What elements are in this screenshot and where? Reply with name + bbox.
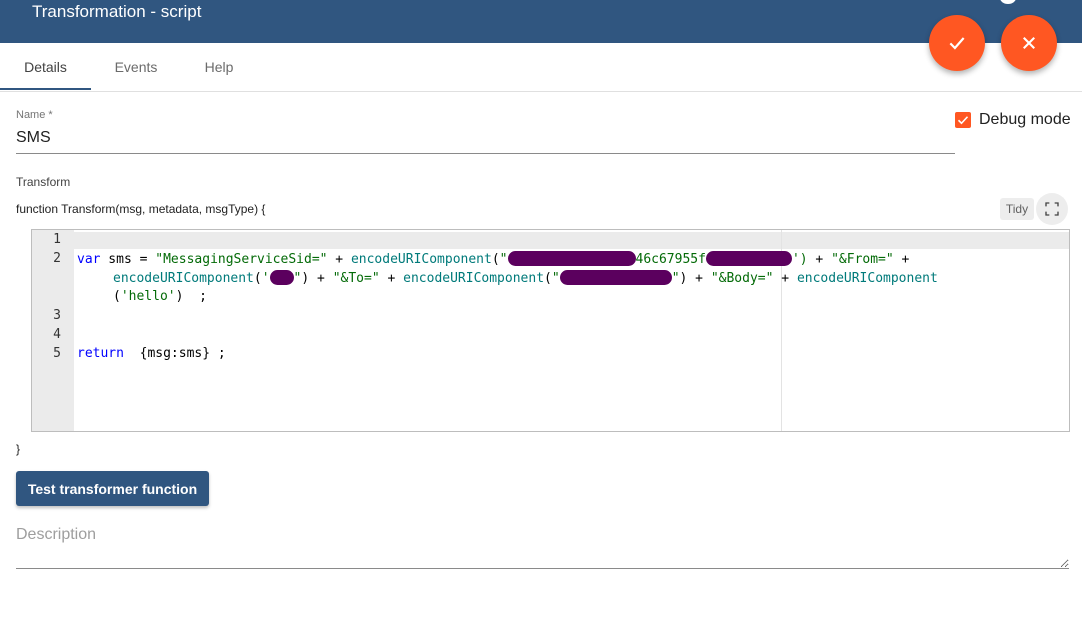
debug-mode-checkbox[interactable]: Debug mode <box>955 109 1071 131</box>
fullscreen-button[interactable] <box>1036 193 1068 225</box>
test-transformer-button[interactable]: Test transformer function <box>16 471 209 506</box>
line-number: 5 <box>53 346 61 361</box>
redaction-mark <box>269 270 294 285</box>
transform-label: Transform <box>16 175 71 189</box>
redaction-mark <box>559 270 672 285</box>
tab-details[interactable]: Details <box>0 43 91 91</box>
tab-events[interactable]: Events <box>91 43 181 91</box>
debug-mode-label: Debug mode <box>979 111 1071 128</box>
dialog-title: Transformation - script <box>32 2 202 21</box>
function-closing-brace: } <box>16 442 21 456</box>
line-number: 2 <box>53 251 61 266</box>
tab-bar: Details Events Help <box>0 43 1082 92</box>
header-indicator <box>1000 0 1016 4</box>
dialog-header: Transformation - script <box>0 0 1082 43</box>
line-number: 3 <box>53 308 61 323</box>
tidy-button[interactable]: Tidy <box>1000 198 1034 220</box>
code-editor[interactable]: 1 2 3 4 5 var sms = "MessagingServiceSid… <box>31 229 1070 432</box>
redaction-mark <box>507 251 636 266</box>
tab-help[interactable]: Help <box>181 43 257 91</box>
name-input[interactable] <box>16 122 955 154</box>
code-line: return {msg:sms} ; <box>77 346 226 361</box>
function-signature: function Transform(msg, metadata, msgTyp… <box>16 202 266 216</box>
line-number: 1 <box>53 232 61 247</box>
name-label: Name * <box>16 109 53 121</box>
checkbox-checked-icon <box>955 112 971 128</box>
redaction-mark <box>705 251 792 266</box>
active-tab-indicator <box>0 88 91 90</box>
code-line: encodeURIComponent(' ") + "&To=" + encode… <box>113 270 938 286</box>
description-field[interactable] <box>16 520 1069 569</box>
code-line: var sms = "MessagingServiceSid=" + encod… <box>77 251 910 267</box>
fullscreen-icon <box>1045 202 1059 216</box>
active-line-highlight <box>74 232 1069 249</box>
code-line: ('hello') ; <box>113 289 207 304</box>
line-number: 4 <box>53 327 61 342</box>
